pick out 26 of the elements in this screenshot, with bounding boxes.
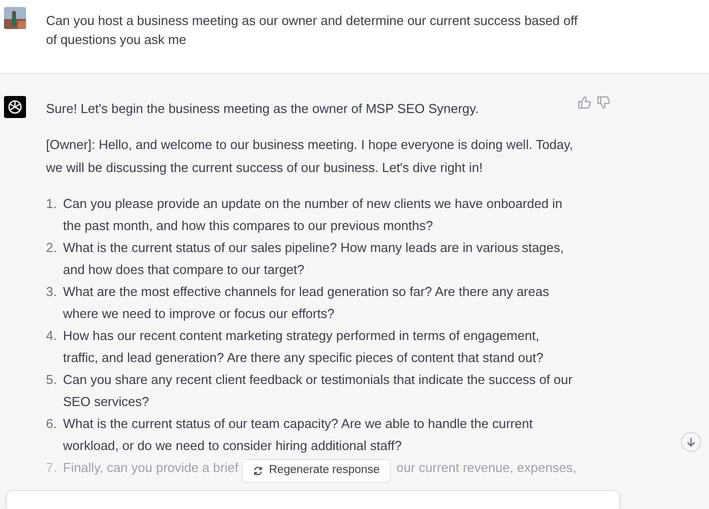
list-number: 5. — [46, 371, 58, 389]
thumbs-up-icon[interactable] — [578, 96, 591, 109]
refresh-icon — [253, 466, 263, 476]
list-number: 4. — [46, 327, 58, 345]
arrow-down-icon — [686, 437, 696, 447]
list-item-text: Can you share any recent client feedback or testimonials that indicate the success of our SEO services? — [63, 371, 572, 411]
regenerate-button[interactable]: Regenerate response — [242, 459, 391, 483]
list-item-text: What are the most effective channels for lead generation so far? Are there any areas where we need to improve or focus our efforts? — [63, 283, 550, 323]
assistant-logo-icon — [4, 96, 26, 118]
list-number: 1. — [46, 195, 58, 213]
message-input-field[interactable] — [6, 490, 620, 509]
user-message: Can you host a business meeting as our owner and determine our current success based off of questions you ask me — [46, 12, 578, 49]
response-paragraph: [Owner]: Hello, and welcome to our business meeting. I hope everyone is doing well. Today, we will be discussing the current success of our business. Let's dive right in! — [46, 136, 574, 177]
list-number: 6. — [46, 415, 58, 433]
list-number: 2. — [46, 239, 58, 257]
list-item-text: Finally, can you provide a brief — [63, 459, 238, 477]
list-item-text: Can you please provide an update on the number of new clients we have onboarded in the past month, and how this compares to our previous months? — [63, 195, 562, 235]
list-item-text: How has our recent content marketing strategy performed in terms of engagement, traffic, and lead generation? Are there any specific pieces of content that stand out? — [63, 327, 544, 367]
response-text: Sure! Let's begin the business meeting as the owner of MSP SEO Synergy. — [46, 100, 480, 118]
list-item-text: our current revenue, expenses, — [396, 459, 576, 477]
list-number: 7. — [46, 459, 58, 477]
list-number: 3. — [46, 283, 58, 301]
list-item-text: What is the current status of our team capacity? Are we able to handle the current workload, or do we need to consider hiring additional staff? — [63, 415, 533, 455]
scroll-down-button[interactable] — [681, 432, 701, 452]
thumbs-down-icon[interactable] — [597, 96, 610, 109]
list-item-text: What is the current status of our sales pipeline? How many leads are in various stages, and how does that compare to our target? — [63, 239, 564, 279]
